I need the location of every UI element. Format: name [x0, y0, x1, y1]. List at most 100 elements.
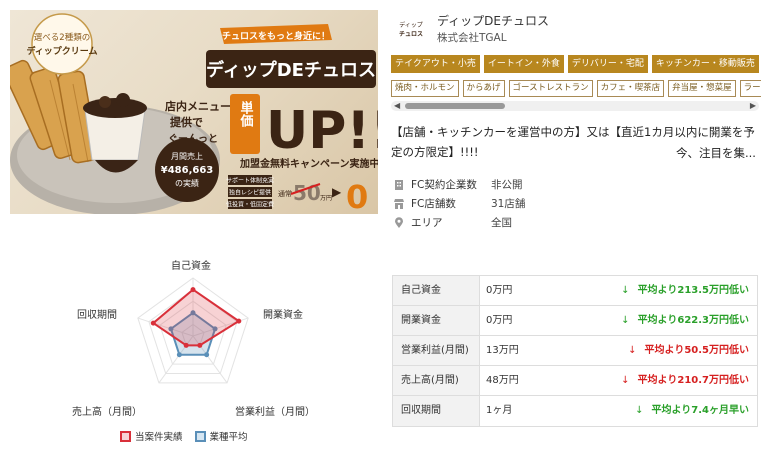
banner-support-1: サポート体制充実 [226, 177, 274, 185]
banner-support-3: 低投資・低固定費 [226, 201, 274, 209]
radar-axis-label: 回収期間 [77, 310, 117, 321]
compare-text: 平均より7.4ヶ月早い [651, 405, 749, 416]
table-label: 営業利益(月間) [393, 336, 480, 365]
table-label: 売上高(月間) [393, 366, 480, 395]
compare-text: 平均より213.5万円低い [637, 285, 749, 296]
table-value: 13万円 [486, 345, 519, 356]
radar-chart-svg [137, 277, 249, 384]
banner-headline-small: 単価 [238, 100, 255, 128]
subtag-ramen[interactable]: ラーメン屋 [739, 80, 761, 97]
banner-now-price: 0 [346, 178, 368, 214]
genre-tags: 焼肉・ホルモン からあげ ゴーストレストラン カフェ・喫茶店 弁当屋・惣菜屋 ラ… [391, 80, 761, 100]
compare-text: 平均より622.3万円低い [637, 315, 749, 326]
compare-text: 平均より50.5万円低い [644, 345, 749, 356]
table-value: 0万円 [486, 285, 513, 296]
badge-top-text-2: ディップクリーム [26, 45, 97, 57]
table-row: 自己資金 0万円 ↓ 平均より213.5万円低い [393, 276, 757, 306]
arrow-down-icon: ↓ [621, 285, 630, 296]
radar-axis-label: 売上高（月間） [72, 407, 142, 418]
location-pin-icon [395, 216, 403, 228]
banner-sales-suffix: の実績 [175, 178, 199, 188]
table-label: 自己資金 [393, 276, 480, 305]
banner-normal-label: 通常 [278, 189, 292, 198]
company-name: 株式会社TGAL [437, 32, 507, 44]
scroll-thumb[interactable] [405, 103, 505, 109]
scroll-left-icon[interactable]: ◀ [394, 102, 400, 110]
tag-takeout[interactable]: テイクアウト・小売 [391, 55, 480, 73]
business-type-tags: テイクアウト・小売 イートイン・外食 デリバリー・宅配 キッチンカー・移動販売 [391, 55, 761, 73]
radar-point [197, 342, 203, 348]
table-compare: ↓ 平均より7.4ヶ月早い [570, 396, 757, 426]
arrow-down-icon: ↓ [621, 375, 630, 386]
banner-man-en: 万円 [320, 195, 332, 202]
radar-point [183, 342, 189, 348]
svg-text:ディップ: ディップ [399, 21, 423, 29]
tag-scrollbar[interactable]: ◀ ▶ [391, 101, 759, 111]
banner-menu-text-2: 提供で [170, 115, 203, 129]
table-row: 営業利益(月間) 13万円 ↓ 平均より50.5万円低い [393, 336, 757, 366]
arrow-down-icon: ↓ [628, 345, 637, 356]
comparison-table: 自己資金 0万円 ↓ 平均より213.5万円低い 開業資金 0万円 ↓ 平均より62… [392, 275, 758, 427]
stat-row: FC契約企業数 非公開 [393, 175, 525, 194]
hero-banner[interactable]: 選べる2種類の ディップクリーム チュロスをもっと身近に！ ディップDEチュロス… [10, 10, 378, 214]
radar-point [236, 318, 242, 324]
legend-item: 当案件実績 [120, 429, 183, 443]
radar-point [176, 352, 182, 358]
banner-sales-value: ¥486,663 [161, 165, 214, 176]
banner-logo: ディップDEチュロス [206, 59, 376, 81]
table-value: 0万円 [486, 315, 513, 326]
badge-top-text-1: 選べる2種類の [34, 32, 90, 43]
banner-headline-big: UP!! [266, 101, 378, 161]
table-label: 開業資金 [393, 306, 480, 335]
radar-axis-label: 自己資金 [171, 261, 211, 272]
tag-delivery[interactable]: デリバリー・宅配 [567, 55, 648, 73]
stat-value: 全国 [491, 217, 512, 229]
scroll-right-icon[interactable]: ▶ [750, 102, 756, 110]
table-compare: ↓ 平均より210.7万円低い [570, 366, 757, 395]
radar-legend: 当案件実績 業種平均 [120, 429, 248, 443]
arrow-down-icon: ↓ [635, 405, 644, 416]
subtag-cafe[interactable]: カフェ・喫茶店 [596, 80, 665, 97]
legend-item: 業種平均 [194, 429, 248, 443]
banner-menu-text-1: 店内メニュー [165, 99, 231, 113]
brand-name[interactable]: ディップDEチュロス [437, 12, 549, 29]
legend-label: 当案件実績 [135, 432, 183, 443]
table-row: 売上高(月間) 48万円 ↓ 平均より210.7万円低い [393, 366, 757, 396]
tag-kitchen-car[interactable]: キッチンカー・移動販売 [651, 55, 759, 73]
svg-text:チュロス: チュロス [399, 31, 423, 38]
stat-value: 31店舗 [491, 198, 526, 210]
tag-eat-in[interactable]: イートイン・外食 [483, 55, 564, 73]
radar-point [190, 287, 196, 293]
legend-swatch-red [120, 430, 131, 442]
table-compare: ↓ 平均より213.5万円低い [570, 276, 757, 305]
building-icon [395, 179, 403, 190]
stats-list: FC契約企業数 非公開 FC店舗数 31店舗 エリア 全国 [393, 175, 525, 232]
stat-row: FC店舗数 31店舗 [393, 194, 525, 213]
stat-value: 非公開 [491, 179, 523, 191]
banner-ribbon: チュロスをもっと身近に！ [222, 30, 330, 42]
subtag-ghost-restaurant[interactable]: ゴーストレストラン [508, 80, 593, 97]
table-label: 回収期間 [393, 396, 480, 426]
churro-logo-icon: ディップ チュロス [392, 13, 430, 43]
radar-point [150, 320, 156, 326]
brand-logo[interactable]: ディップ チュロス [392, 13, 430, 43]
table-compare: ↓ 平均より50.5万円低い [570, 336, 757, 365]
radar-axis-label: 営業利益（月間） [235, 407, 315, 418]
stat-label: FC契約企業数 [411, 179, 477, 191]
subtag-bento[interactable]: 弁当屋・惣菜屋 [668, 80, 736, 97]
subtag-karaage[interactable]: からあげ [462, 80, 505, 97]
radar-axis-label: 開業資金 [263, 310, 303, 321]
table-compare: ↓ 平均より622.3万円低い [570, 306, 757, 335]
legend-swatch-blue [194, 430, 206, 442]
legend-label: 業種平均 [209, 432, 248, 443]
store-icon [394, 198, 404, 209]
stat-label: FC店舗数 [411, 198, 456, 210]
radar-chart: 自己資金 開業資金 営業利益（月間） 売上高（月間） 回収期間 [60, 250, 360, 450]
description-more-link[interactable]: 今、注目を集... [676, 145, 756, 161]
arrow-right-icon: ▶ [332, 185, 342, 199]
table-value: 48万円 [486, 375, 519, 386]
banner-campaign: 加盟金無料キャンペーン実施中！ [239, 157, 378, 170]
radar-point [204, 352, 210, 358]
subtag-yakiniku[interactable]: 焼肉・ホルモン [391, 80, 459, 97]
stat-label: エリア [411, 217, 443, 229]
